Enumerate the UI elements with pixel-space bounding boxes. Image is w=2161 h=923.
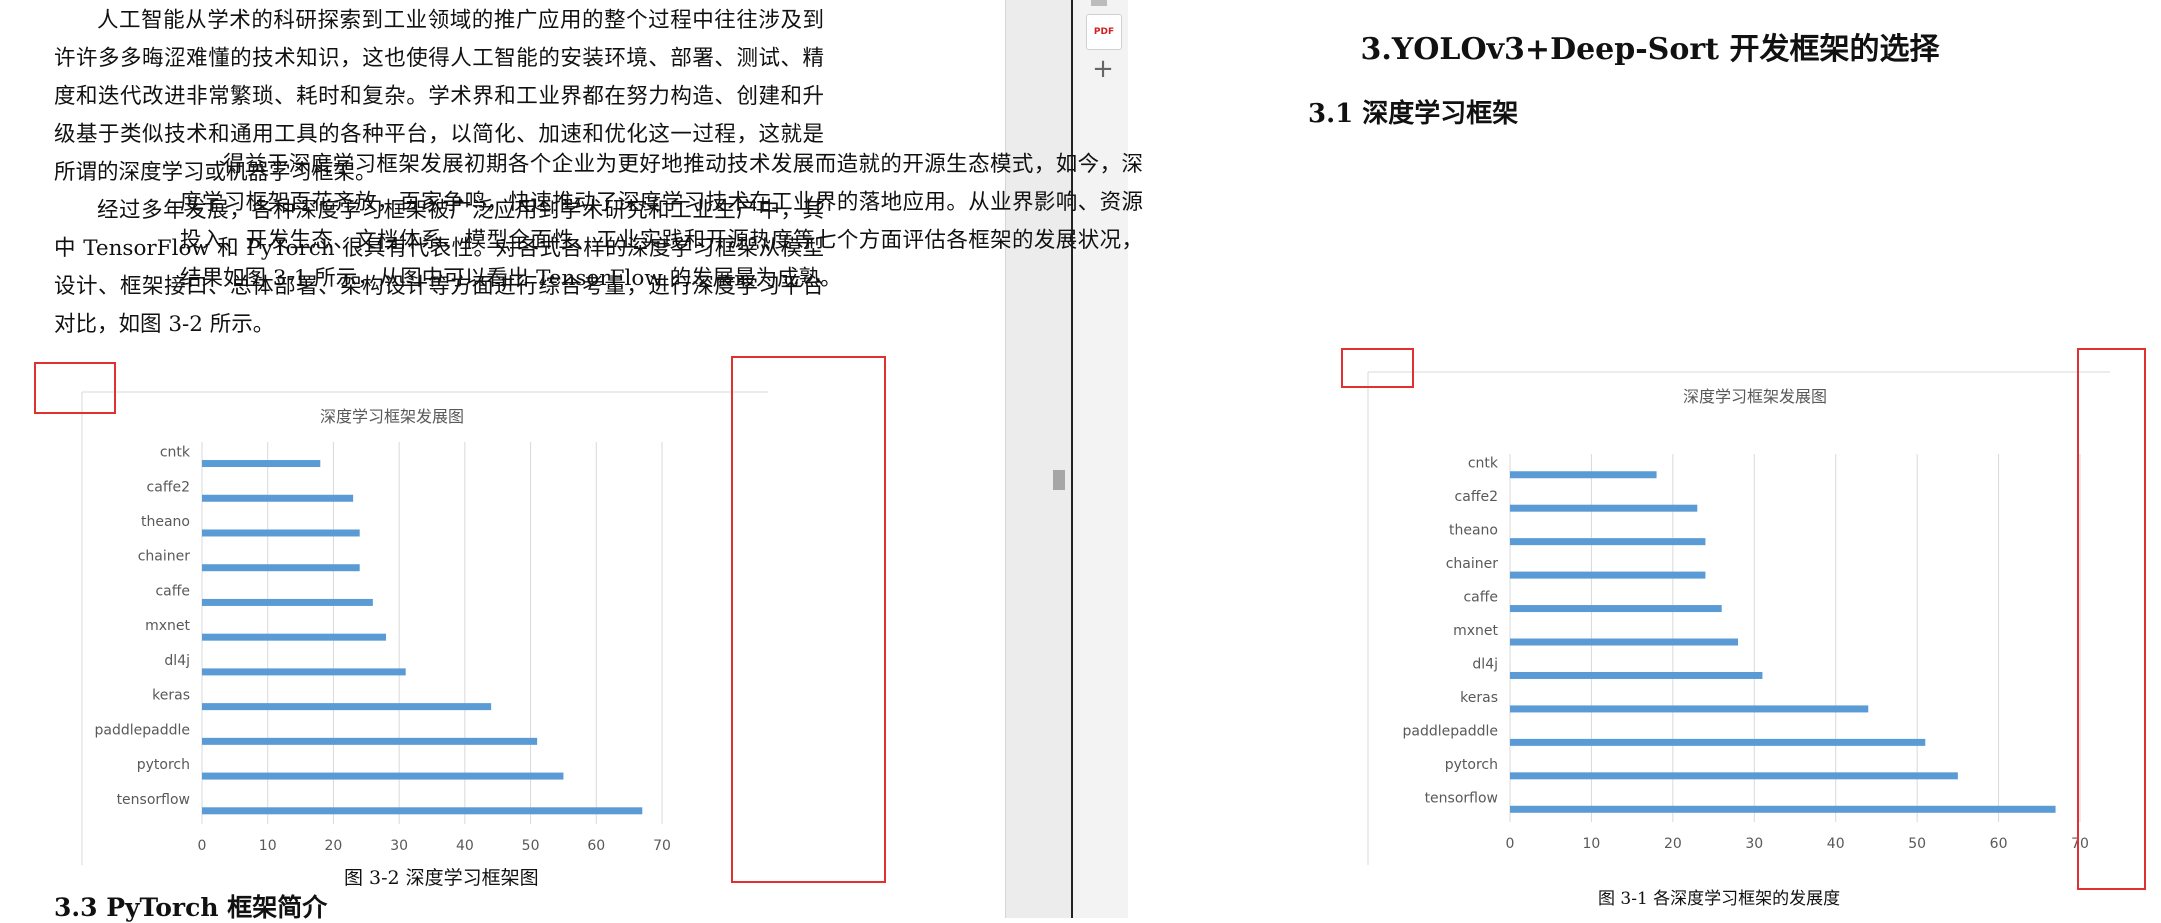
bar	[202, 703, 492, 711]
side-toolbar	[1071, 0, 1130, 918]
bar	[202, 807, 643, 815]
category-label: paddlepaddle	[1403, 723, 1498, 739]
left-section-heading: 3.3 PyTorch 框架简介	[54, 893, 328, 922]
x-tick-label: 0	[198, 838, 207, 854]
plus-icon[interactable]: +	[1086, 52, 1120, 86]
category-label: dl4j	[1472, 656, 1498, 672]
category-label: tensorflow	[117, 792, 190, 808]
bar	[202, 772, 564, 780]
x-tick-label: 0	[1506, 836, 1515, 852]
chart-title: 深度学习框架发展图	[320, 407, 464, 426]
category-label: caffe2	[1455, 489, 1498, 505]
bar	[1510, 671, 1763, 679]
category-label: mxnet	[145, 618, 190, 634]
split-divider[interactable]	[1005, 0, 1072, 918]
x-tick-label: 60	[1990, 836, 2008, 852]
category-label: keras	[1460, 690, 1498, 706]
category-label: pytorch	[137, 757, 190, 773]
x-tick-label: 40	[456, 838, 474, 854]
chapter-heading: 3.YOLOv3+Deep-Sort 开发框架的选择	[1360, 32, 1940, 67]
category-label: theano	[141, 514, 190, 530]
toolbar-top-tab[interactable]	[1091, 0, 1107, 6]
bar	[1510, 538, 1706, 546]
bar	[202, 633, 386, 641]
bar	[1510, 504, 1698, 512]
section-heading: 3.1 深度学习框架	[1308, 99, 1519, 129]
x-tick-label: 70	[653, 838, 671, 854]
bar	[1510, 638, 1738, 646]
annotation-box	[2077, 348, 2146, 890]
category-label: caffe	[155, 583, 190, 599]
category-label: chainer	[138, 549, 191, 565]
bar	[1510, 571, 1706, 579]
category-label: keras	[152, 688, 190, 704]
bar	[202, 460, 321, 468]
pdf-icon[interactable]: PDF	[1086, 14, 1122, 50]
bar	[1510, 805, 2056, 813]
bar	[202, 668, 406, 676]
bar	[1510, 705, 1869, 713]
x-tick-label: 30	[390, 838, 408, 854]
bar	[202, 598, 373, 606]
x-tick-label: 20	[325, 838, 343, 854]
bar	[1510, 605, 1722, 613]
x-tick-label: 40	[1827, 836, 1845, 852]
x-tick-label: 60	[587, 838, 605, 854]
x-tick-label: 50	[522, 838, 540, 854]
category-label: caffe	[1463, 590, 1498, 606]
x-tick-label: 20	[1664, 836, 1682, 852]
bar	[202, 529, 360, 537]
annotation-box	[34, 362, 116, 414]
bar	[202, 494, 354, 502]
x-tick-label: 10	[259, 838, 277, 854]
bar	[1510, 471, 1657, 479]
annotation-box	[1341, 348, 1414, 388]
x-tick-label: 50	[1908, 836, 1926, 852]
x-tick-label: 10	[1583, 836, 1601, 852]
bar	[1510, 772, 1958, 780]
category-label: caffe2	[147, 479, 190, 495]
category-label: tensorflow	[1425, 790, 1498, 806]
bar	[1510, 738, 1926, 746]
bar	[202, 737, 538, 745]
category-label: chainer	[1446, 556, 1499, 572]
category-label: theano	[1449, 523, 1498, 539]
category-label: dl4j	[164, 653, 190, 669]
category-label: cntk	[160, 445, 191, 461]
right-bar-chart: 深度学习框架发展图0 10 20 30 40 50 60 70cntkcaffe2theano…	[1367, 371, 2110, 865]
x-tick-label: 30	[1745, 836, 1763, 852]
split-drag-handle[interactable]	[1053, 470, 1065, 490]
category-label: pytorch	[1445, 757, 1498, 773]
bar	[202, 564, 360, 572]
plus-icon-glyph: +	[1092, 54, 1114, 84]
annotation-box	[731, 356, 886, 883]
left-bar-chart: 深度学习框架发展图 0 10 20 30 40 50 60 70 cntk caffe2 theano…	[81, 391, 768, 865]
category-label: cntk	[1468, 456, 1499, 472]
chart-title: 深度学习框架发展图	[1683, 387, 1827, 406]
right-paragraph-1: 得益于深度学习框架发展初期各个企业为更好地推动技术发展而造就的开源生态模式，如今…	[180, 152, 1143, 291]
category-label: mxnet	[1453, 623, 1498, 639]
category-label: paddlepaddle	[95, 722, 190, 738]
left-figure-caption: 图 3-2 深度学习框架图	[344, 867, 539, 889]
pdf-icon-label: PDF	[1093, 27, 1115, 37]
right-figure-caption: 图 3-1 各深度学习框架的发展度	[1598, 889, 1841, 909]
